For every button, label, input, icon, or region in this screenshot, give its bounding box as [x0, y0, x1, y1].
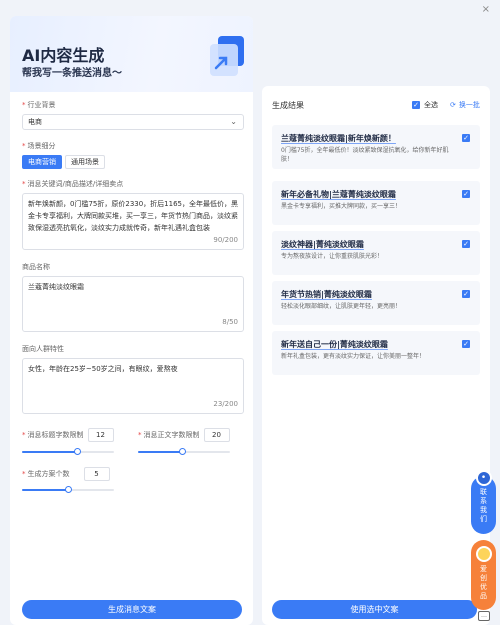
medal-icon — [475, 546, 492, 562]
contact-label: 联系我们 — [480, 488, 487, 523]
scene-label: * 场景细分 — [22, 142, 56, 150]
body-limit-slider[interactable] — [138, 447, 230, 457]
result-title: 年货节热销|菁纯淡纹眼霜 — [281, 290, 372, 299]
keywords-textarea[interactable]: 新年焕新颜，0门槛75折，原价2330，折后1165，全年最低价，黑金卡专享福利… — [22, 193, 244, 250]
plan-count-group: * 生成方案个数 5 — [22, 467, 128, 495]
scene-option-general[interactable]: 通用场景 — [65, 155, 105, 169]
keywords-text: 新年焕新颜，0门槛75折，原价2330，折后1165，全年最低价，黑金卡专享福利… — [28, 200, 238, 232]
app-window: × AI内容生成 帮我写一条推送消息～ * 行业背景 电商 ⌄ * 场景细分 电商营… — [0, 0, 500, 625]
result-desc: 专为熬夜族设计，让你重获肌肤光彩！ — [281, 253, 384, 260]
result-desc: 轻松淡化眼部细纹，让肌肤更年轻，更亮丽！ — [281, 303, 402, 310]
body-limit-label: * 消息正文字数限制 — [138, 431, 200, 439]
checkbox-checked-icon[interactable]: ✓ — [462, 290, 470, 298]
feedback-icon[interactable]: … — [478, 611, 490, 621]
keywords-counter: 90/200 — [213, 236, 238, 244]
title-limit-group: * 消息标题字数限制 12 — [22, 428, 128, 457]
contact-us-button[interactable]: • 联系我们 — [471, 470, 496, 534]
slider-handle[interactable] — [179, 448, 187, 455]
product-name-label: 商品名称 — [22, 263, 50, 271]
hero-banner: AI内容生成 帮我写一条推送消息～ — [10, 16, 253, 92]
result-card[interactable]: 新年送自己一份|菁纯淡纹眼霜 新年礼盒包装，更有淡纹实力保证，让你美丽一整年！ … — [272, 331, 480, 375]
title-limit-slider[interactable] — [22, 447, 114, 457]
result-card[interactable]: 淡纹神器|菁纯淡纹眼霜 专为熬夜族设计，让你重获肌肤光彩！ ✓ — [272, 231, 480, 275]
scene-option-ecommerce[interactable]: 电商营销 — [22, 155, 62, 169]
keywords-label: * 消息关键词/商品描述/详细卖点 — [22, 180, 124, 188]
vip-label: 爱创优品 — [480, 565, 487, 600]
result-title: 兰蔻菁纯淡纹眼霜|新年焕新颜！ — [281, 134, 396, 143]
results-title: 生成结果 — [272, 101, 304, 110]
generator-panel: AI内容生成 帮我写一条推送消息～ * 行业背景 电商 ⌄ * 场景细分 电商营销 … — [10, 16, 253, 625]
select-all-label: 全选 — [424, 101, 438, 109]
robot-icon: • — [475, 470, 492, 486]
industry-select[interactable]: 电商 ⌄ — [22, 114, 244, 130]
refresh-icon: ⟳ — [450, 101, 456, 109]
select-all-toggle[interactable]: ✓ 全选 — [412, 100, 438, 110]
slider-handle[interactable] — [65, 486, 72, 493]
plan-count-input[interactable]: 5 — [83, 467, 110, 481]
page-subtitle: 帮我写一条推送消息～ — [22, 68, 122, 79]
body-limit-group: * 消息正文字数限制 20 — [138, 428, 244, 457]
limits-row: * 消息标题字数限制 12 * 消息正文字数限制 20 — [22, 428, 244, 457]
product-name-textarea[interactable]: 兰蔻菁纯淡纹眼霜 8/50 — [22, 276, 244, 332]
refresh-label: 换一批 — [458, 101, 480, 109]
plan-count-label: * 生成方案个数 — [22, 470, 70, 478]
generator-form: * 行业背景 电商 ⌄ * 场景细分 电商营销 通用场景 * 消息关键词/商品描述/详… — [22, 100, 244, 495]
audience-label: 面向人群特性 — [22, 345, 64, 353]
results-panel: 生成结果 ✓ 全选 ⟳ 换一批 兰蔻菁纯淡纹眼霜|新年焕新颜！ 0门槛75折，全… — [262, 86, 490, 625]
result-card[interactable]: 兰蔻菁纯淡纹眼霜|新年焕新颜！ 0门槛75折，全年最低价！淡纹紧致保湿抗氧化，给… — [272, 125, 480, 169]
product-name-text: 兰蔻菁纯淡纹眼霜 — [28, 283, 84, 291]
scene-toggle: 电商营销 通用场景 — [22, 155, 244, 169]
vip-button[interactable]: 爱创优品 — [471, 540, 496, 610]
plan-count-slider[interactable] — [22, 485, 114, 495]
result-title: 新年送自己一份|菁纯淡纹眼霜 — [281, 340, 388, 349]
refresh-button[interactable]: ⟳ 换一批 — [450, 100, 480, 110]
checkbox-checked-icon[interactable]: ✓ — [462, 240, 470, 248]
use-selected-button[interactable]: 使用选中文案 — [272, 600, 477, 619]
checkbox-checked-icon[interactable]: ✓ — [412, 101, 420, 109]
window-close-icon[interactable]: × — [482, 4, 490, 15]
chevron-down-icon: ⌄ — [230, 117, 237, 126]
result-card[interactable]: 年货节热销|菁纯淡纹眼霜 轻松淡化眼部细纹，让肌肤更年轻，更亮丽！ ✓ — [272, 281, 480, 325]
audience-text: 女性，年龄在25岁~50岁之间，有眼纹，爱熬夜 — [28, 365, 178, 373]
result-title: 新年必备礼物|兰蔻菁纯淡纹眼霜 — [281, 190, 396, 199]
audience-counter: 23/200 — [213, 400, 238, 408]
industry-value: 电商 — [28, 118, 42, 126]
slider-handle[interactable] — [74, 448, 82, 455]
result-title: 淡纹神器|菁纯淡纹眼霜 — [281, 240, 364, 249]
result-desc: 0门槛75折，全年最低价！淡纹紧致保湿抗氧化，给你新年好肌肤！ — [281, 147, 449, 163]
send-arrow-illustration-icon — [210, 36, 244, 76]
body-limit-input[interactable]: 20 — [203, 428, 230, 442]
checkbox-checked-icon[interactable]: ✓ — [462, 340, 470, 348]
generate-button[interactable]: 生成消息文案 — [22, 600, 242, 619]
result-desc: 黑金卡专享福利，买推大牌同款，买一享三！ — [281, 203, 402, 210]
page-title: AI内容生成 — [22, 46, 105, 65]
checkbox-checked-icon[interactable]: ✓ — [462, 134, 470, 142]
result-card[interactable]: 新年必备礼物|兰蔻菁纯淡纹眼霜 黑金卡专享福利，买推大牌同款，买一享三！ ✓ — [272, 181, 480, 225]
product-name-counter: 8/50 — [222, 318, 238, 326]
checkbox-checked-icon[interactable]: ✓ — [462, 190, 470, 198]
result-desc: 新年礼盒包装，更有淡纹实力保证，让你美丽一整年！ — [281, 353, 426, 360]
audience-textarea[interactable]: 女性，年龄在25岁~50岁之间，有眼纹，爱熬夜 23/200 — [22, 358, 244, 414]
title-limit-label: * 消息标题字数限制 — [22, 431, 84, 439]
title-limit-input[interactable]: 12 — [87, 428, 114, 442]
industry-label: * 行业背景 — [22, 101, 56, 109]
